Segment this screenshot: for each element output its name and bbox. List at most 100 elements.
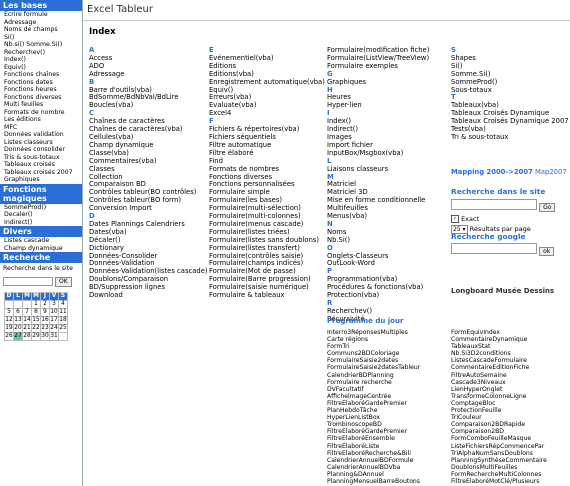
programme-link[interactable]: DVFacultatif bbox=[327, 386, 420, 393]
programme-link[interactable]: FiltreAutoSemaine bbox=[451, 372, 547, 379]
calendar-day[interactable]: 5 bbox=[4, 307, 14, 317]
sidebar-link[interactable]: Tris & sous-totaux bbox=[0, 154, 82, 162]
programme-link[interactable]: FiltreElaboréGardePremier bbox=[327, 400, 420, 407]
programme-link[interactable]: ListeFichiersRépCommencePar bbox=[451, 443, 547, 450]
programme-link[interactable]: FormulaireSaisie2dates bbox=[327, 357, 420, 364]
programme-link[interactable]: CalendrierAnnuelBDFormule bbox=[327, 457, 420, 464]
index-link[interactable]: Protection(vba) bbox=[327, 291, 429, 300]
programme-link[interactable]: Comparaison2BDRapide bbox=[451, 421, 547, 428]
programme-link[interactable]: ComptageBloc bbox=[451, 400, 547, 407]
sidebar-link[interactable]: Formats de nombre bbox=[0, 109, 82, 117]
calendar-day[interactable]: 11 bbox=[58, 307, 68, 317]
sidebar-link[interactable]: Equiv() bbox=[0, 64, 82, 72]
calendar-day[interactable]: 23 bbox=[40, 323, 50, 333]
programme-link[interactable]: PlanningMensuelBarreBoutons bbox=[327, 478, 420, 485]
programme-link[interactable]: FiltreElaboréMotClé/Plusieurs bbox=[451, 478, 547, 485]
programme-link[interactable]: Nb.Si3D2conditions bbox=[451, 350, 547, 357]
calendar-day[interactable]: 30 bbox=[40, 331, 50, 341]
programme-link[interactable]: TriCouleur bbox=[451, 414, 547, 421]
programme-link[interactable]: TransformeColonneLigne bbox=[451, 393, 547, 400]
calendar-day[interactable]: 24 bbox=[49, 323, 59, 333]
programme-link[interactable]: Comparaison2BD bbox=[451, 428, 547, 435]
sidebar-link[interactable]: Indirect() bbox=[0, 219, 82, 227]
index-link[interactable]: Adressage bbox=[89, 70, 208, 79]
sidebar-link[interactable]: Données consolider bbox=[0, 146, 82, 154]
sidebar-link[interactable]: Graphiques bbox=[0, 176, 82, 184]
calendar-day[interactable]: 4 bbox=[58, 299, 68, 309]
programme-link[interactable]: HyperLienListBox bbox=[327, 414, 420, 421]
programme-link[interactable]: FiltreElaboréEnsemble bbox=[327, 435, 420, 442]
calendar-day[interactable]: 16 bbox=[40, 315, 50, 325]
index-link[interactable]: Tri & sous-totaux bbox=[451, 133, 569, 142]
programme-link[interactable]: FormulaireSaisie2datesTableur bbox=[327, 364, 420, 371]
sidebar-link[interactable]: SommeProd() bbox=[0, 204, 82, 212]
index-link[interactable]: Formulaire & tableaux bbox=[209, 291, 325, 300]
programme-link[interactable]: FiltreElaboréRecherche&Bili bbox=[327, 450, 420, 457]
programme-link[interactable]: LienHyperOnglet bbox=[451, 386, 547, 393]
programme-link[interactable]: Formulaire recherche bbox=[327, 379, 420, 386]
programme-link[interactable]: CalendrierAnnuelBDVba bbox=[327, 464, 420, 471]
sidebar-link[interactable]: Fonctions heures bbox=[0, 86, 82, 94]
calendar-day[interactable]: 20 bbox=[13, 323, 23, 333]
calendar-day[interactable]: 12 bbox=[4, 315, 14, 325]
calendar-day[interactable]: 29 bbox=[31, 331, 41, 341]
sidebar-link[interactable]: Index() bbox=[0, 56, 82, 64]
index-link[interactable]: Menus(vba) bbox=[327, 212, 429, 221]
calendar-day[interactable]: 13 bbox=[13, 315, 23, 325]
index-link[interactable]: Graphiques bbox=[327, 78, 429, 87]
programme-link[interactable]: Carte régions bbox=[327, 336, 420, 343]
programme-link[interactable]: Cascade3Niveaux bbox=[451, 379, 547, 386]
sidebar-search-input[interactable] bbox=[3, 277, 53, 286]
mapping-link-rest[interactable]: Map2007 bbox=[533, 168, 567, 176]
exact-checkbox[interactable]: ✓ bbox=[451, 215, 459, 223]
calendar-day[interactable]: 22 bbox=[31, 323, 41, 333]
index-link[interactable]: Filtre élaboré bbox=[209, 149, 325, 158]
sidebar-link[interactable]: Données validation bbox=[0, 131, 82, 139]
programme-link[interactable]: TableauxStat bbox=[451, 343, 547, 350]
programme-link[interactable]: CalendrierBDPlanning bbox=[327, 372, 420, 379]
calendar-day[interactable]: 27 bbox=[13, 331, 23, 341]
programme-link[interactable]: PlanHebdoTâche bbox=[327, 407, 420, 414]
sidebar-link[interactable]: Nb.si() Somme.Si() bbox=[0, 41, 82, 49]
programme-link[interactable]: Communs2BDColoriage bbox=[327, 350, 420, 357]
index-link[interactable]: Download bbox=[89, 291, 208, 300]
mapping-link[interactable]: Mapping 2000->2007 Map2007 bbox=[451, 168, 567, 176]
calendar-day[interactable]: 3 bbox=[49, 299, 59, 309]
programme-link[interactable]: FormRechercheMultiColonnes bbox=[451, 471, 547, 478]
calendar-day[interactable]: 28 bbox=[22, 331, 32, 341]
sidebar-link[interactable]: Noms de champs bbox=[0, 26, 82, 34]
programme-link[interactable]: ProtectionFeuille bbox=[451, 407, 547, 414]
sidebar-link[interactable]: Adressage bbox=[0, 19, 82, 27]
calendar-day[interactable]: 1 bbox=[31, 299, 41, 309]
site-search-go-button[interactable]: Go bbox=[539, 203, 556, 212]
index-link[interactable]: Sous-totaux bbox=[451, 86, 569, 95]
calendar-day[interactable]: 25 bbox=[58, 323, 68, 333]
sidebar-link[interactable]: Tableaux croisés bbox=[0, 161, 82, 169]
sidebar-link[interactable]: Fonctions diverses bbox=[0, 94, 82, 102]
longboard-links[interactable]: Longboard Musée Dessins bbox=[451, 287, 554, 295]
sidebar-search-button[interactable]: OK bbox=[55, 276, 72, 287]
sidebar-link[interactable]: MFC bbox=[0, 124, 82, 132]
programme-link[interactable]: CommentaireDynamique bbox=[451, 336, 547, 343]
programme-link[interactable]: AffichelmageCentrée bbox=[327, 393, 420, 400]
calendar-day[interactable]: 8 bbox=[31, 307, 41, 317]
sidebar-link[interactable]: Listes cascade bbox=[0, 237, 82, 245]
calendar-day[interactable]: 19 bbox=[4, 323, 14, 333]
calendar-day[interactable]: 9 bbox=[40, 307, 50, 317]
sidebar-link[interactable]: Listes classeurs bbox=[0, 139, 82, 147]
sidebar-link[interactable]: Si() bbox=[0, 34, 82, 42]
calendar-day[interactable]: 21 bbox=[22, 323, 32, 333]
index-link[interactable]: Boucles(vba) bbox=[89, 101, 208, 110]
sidebar-link[interactable]: Fonctions dates bbox=[0, 79, 82, 87]
programme-link[interactable]: FormComboFeuilleMasque bbox=[451, 435, 547, 442]
programme-link[interactable]: TriAlphaNumSansDoublons bbox=[451, 450, 547, 457]
index-link[interactable]: Hyper-lien bbox=[327, 101, 429, 110]
index-link[interactable]: Excel4 bbox=[209, 109, 325, 118]
programme-link[interactable]: FormTri bbox=[327, 343, 420, 350]
sidebar-link[interactable]: Recherchev() bbox=[0, 49, 82, 57]
index-link[interactable]: Access bbox=[89, 54, 208, 63]
calendar-day[interactable]: 14 bbox=[22, 315, 32, 325]
google-search-input[interactable] bbox=[451, 243, 537, 254]
programme-link[interactable]: Planning&DAnnuel bbox=[327, 471, 420, 478]
calendar-day[interactable]: 7 bbox=[22, 307, 32, 317]
